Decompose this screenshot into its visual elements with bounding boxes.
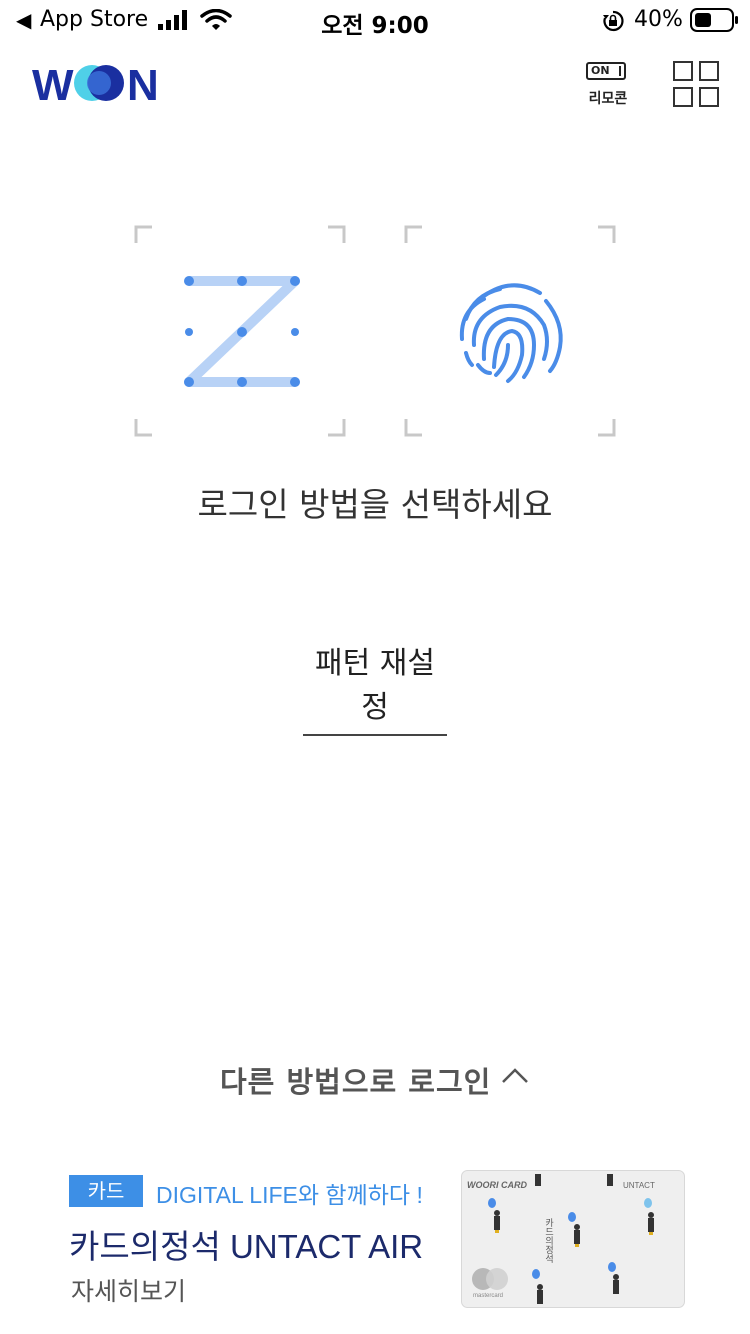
login-method-prompt: 로그인 방법을 선택하세요 [197,485,553,524]
status-bar: ◀ App Store 오전 9:00 40% [0,0,750,44]
battery-percent: 40% [634,7,683,32]
remote-toggle-icon: ON [586,62,626,80]
promo-title: 카드의정석 UNTACT AIR [69,1228,424,1265]
other-login-label: 다른 방법으로 로그인 [220,1065,492,1099]
svg-text:W: W [32,62,74,104]
fingerprint-login-option[interactable] [404,225,616,437]
reset-pattern-link[interactable]: 패턴 재설정 [303,638,447,736]
other-login-methods-toggle[interactable]: 다른 방법으로 로그인 [210,1055,540,1101]
card-promo-banner[interactable]: 카드 DIGITAL LIFE와 함께하다 ! 카드의정석 UNTACT AIR… [0,1160,750,1334]
card-brand-text: WOORI CARD [467,1180,527,1190]
remote-toggle-state: ON [591,64,610,77]
all-menu-grid-icon[interactable] [672,60,720,108]
battery-icon [690,8,738,32]
card-name-text: 카드의정석 [543,1218,553,1264]
orientation-lock-icon [603,10,624,32]
pattern-z-icon [184,276,300,387]
won-logo: W N [32,62,159,104]
promo-detail-link[interactable]: 자세히보기 [71,1272,186,1308]
pattern-login-option[interactable] [134,225,346,437]
chevron-up-icon [502,1068,528,1083]
remote-label: 리모콘 [588,91,628,107]
card-network-text: mastercard [473,1293,503,1299]
promo-category-tag: 카드 [69,1175,143,1207]
remote-control-button[interactable]: ON 리모콘 [582,58,634,114]
card-badge-text: UNTACT [623,1181,655,1190]
svg-text:N: N [127,62,159,104]
credit-card-image: WOORI CARD UNTACT 카드의정석 mastercard [461,1170,685,1308]
promo-tagline: DIGITAL LIFE와 함께하다 ! [156,1182,423,1208]
fingerprint-icon [459,283,563,383]
